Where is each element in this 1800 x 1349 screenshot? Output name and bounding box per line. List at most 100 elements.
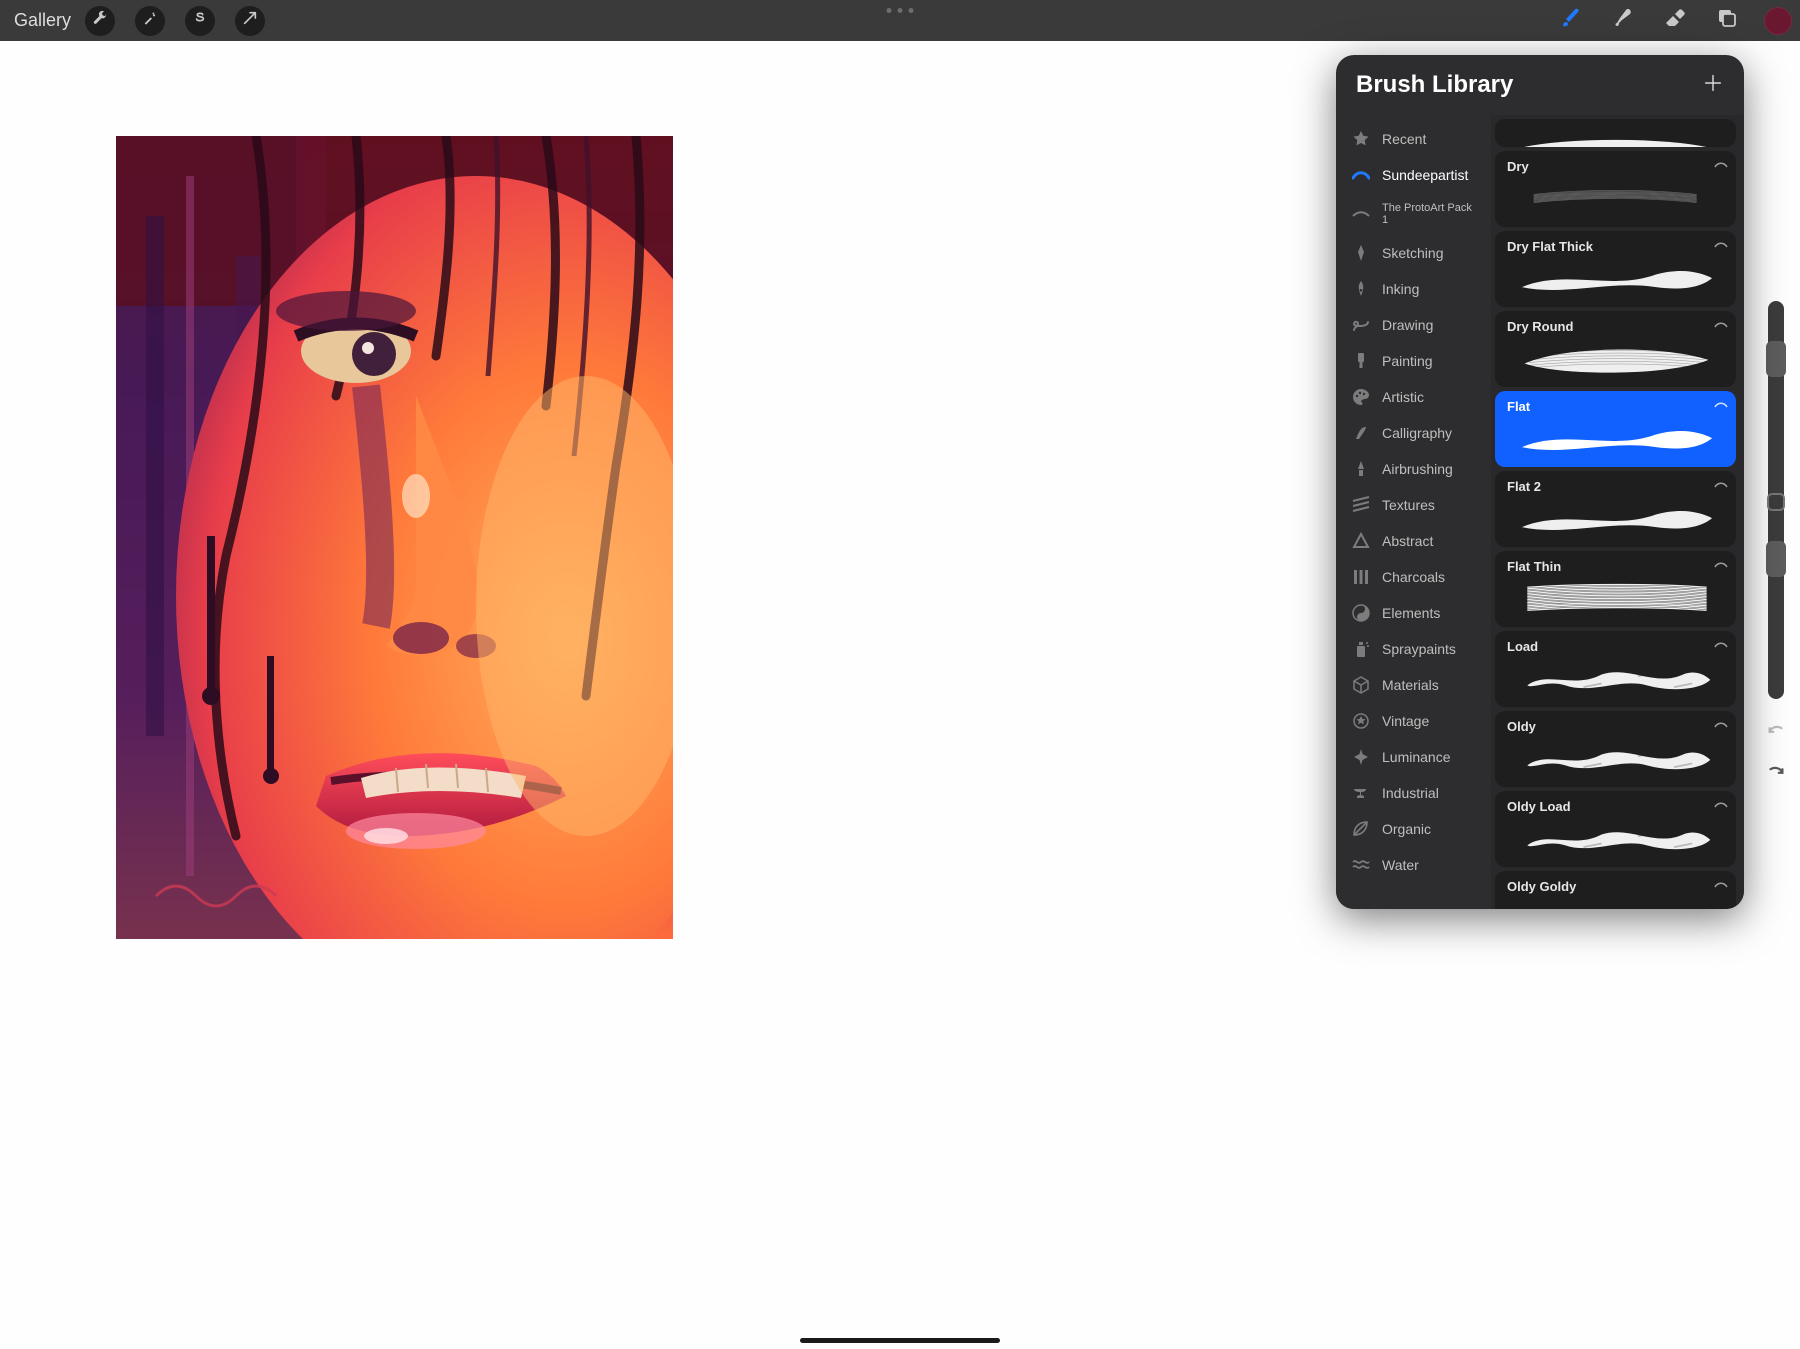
brush-category-label: Airbrushing xyxy=(1382,461,1453,477)
layers-button[interactable] xyxy=(1712,6,1742,36)
add-brush-button[interactable] xyxy=(1702,71,1724,99)
brush-name-label: Dry Flat Thick xyxy=(1507,239,1724,254)
brush-category-recent[interactable]: Recent xyxy=(1336,121,1491,157)
brush-preview xyxy=(1507,654,1724,703)
selection-button[interactable] xyxy=(185,6,215,36)
brush-category-label: Sundeepartist xyxy=(1382,167,1468,183)
brush-preview xyxy=(1507,414,1724,463)
brush-preview xyxy=(1507,894,1724,909)
brush-category-water[interactable]: Water xyxy=(1336,847,1491,883)
home-indicator[interactable] xyxy=(800,1338,1000,1343)
brush-category-airbrushing[interactable]: Airbrushing xyxy=(1336,451,1491,487)
brush-preview xyxy=(1507,127,1724,147)
brush-category-sketching[interactable]: Sketching xyxy=(1336,235,1491,271)
brush-category-list[interactable]: Recent Sundeepartist The ProtoArt Pack 1 Sk… xyxy=(1336,115,1491,909)
brush-category-label: Spraypaints xyxy=(1382,641,1456,657)
actions-button[interactable] xyxy=(85,6,115,36)
brush-category-label: Charcoals xyxy=(1382,569,1445,585)
brush-category-protoart[interactable]: The ProtoArt Pack 1 xyxy=(1336,193,1491,235)
brush-category-textures[interactable]: Textures xyxy=(1336,487,1491,523)
brush-category-label: Industrial xyxy=(1382,785,1439,801)
brush-preview xyxy=(1507,334,1724,383)
brush-item-flat-2[interactable]: Flat 2 xyxy=(1495,471,1736,547)
brush-category-label: Organic xyxy=(1382,821,1431,837)
yinyang-icon xyxy=(1352,604,1370,622)
brush-item-dry[interactable]: Dry xyxy=(1495,151,1736,227)
brush-preview xyxy=(1507,734,1724,783)
brush-category-drawing[interactable]: Drawing xyxy=(1336,307,1491,343)
brush-item-flat[interactable]: Flat xyxy=(1495,391,1736,467)
multitask-dots-icon[interactable] xyxy=(887,8,914,13)
brush-category-sundeepartist[interactable]: Sundeepartist xyxy=(1336,157,1491,193)
brush-list[interactable]: Dry Dry Flat Thick Dry RoundFlat Flat 2 Flat… xyxy=(1491,115,1744,909)
brush-category-label: Painting xyxy=(1382,353,1433,369)
brush-category-industrial[interactable]: Industrial xyxy=(1336,775,1491,811)
erase-tool-button[interactable] xyxy=(1660,6,1690,36)
brush-item-oldy-goldy[interactable]: Oldy Goldy xyxy=(1495,871,1736,909)
brush-category-label: Calligraphy xyxy=(1382,425,1452,441)
brush-category-label: Textures xyxy=(1382,497,1435,513)
brush-options-icon xyxy=(1714,397,1728,415)
brush-options-icon xyxy=(1714,557,1728,575)
brush-preview xyxy=(1507,174,1724,223)
brush-size-thumb[interactable] xyxy=(1766,341,1786,377)
redo-button[interactable] xyxy=(1765,760,1787,787)
top-toolbar: Gallery xyxy=(0,0,1800,41)
brush-name-label: Flat 2 xyxy=(1507,479,1724,494)
leaf-icon xyxy=(1352,820,1370,838)
smudge-tool-button[interactable] xyxy=(1608,6,1638,36)
undo-button[interactable] xyxy=(1765,719,1787,746)
brush-tool-button[interactable] xyxy=(1556,6,1586,36)
brush-item-dry-round[interactable]: Dry Round xyxy=(1495,311,1736,387)
color-swatch-button[interactable] xyxy=(1764,7,1792,35)
brush-category-label: Luminance xyxy=(1382,749,1451,765)
layers-icon xyxy=(1715,6,1739,35)
brush-options-icon xyxy=(1714,877,1728,895)
brush-category-organic[interactable]: Organic xyxy=(1336,811,1491,847)
canvas-artwork xyxy=(116,136,673,939)
brush-category-artistic[interactable]: Artistic xyxy=(1336,379,1491,415)
brush-category-painting[interactable]: Painting xyxy=(1336,343,1491,379)
brush-item-oldy[interactable]: Oldy xyxy=(1495,711,1736,787)
transform-button[interactable] xyxy=(235,6,265,36)
adjustments-button[interactable] xyxy=(135,6,165,36)
sparkle-icon xyxy=(1352,748,1370,766)
eraser-icon xyxy=(1663,6,1687,35)
brush-name-label: Oldy Goldy xyxy=(1507,879,1724,894)
brush-category-label: Recent xyxy=(1382,131,1426,147)
brush-item-dry-flat-thick[interactable]: Dry Flat Thick xyxy=(1495,231,1736,307)
brush-item-load[interactable]: Load xyxy=(1495,631,1736,707)
brush-category-spraypaints[interactable]: Spraypaints xyxy=(1336,631,1491,667)
badge-icon xyxy=(1352,712,1370,730)
brush-item-peek[interactable] xyxy=(1495,119,1736,147)
brush-preview xyxy=(1507,574,1724,623)
spraycan-icon xyxy=(1352,640,1370,658)
brush-options-icon xyxy=(1714,477,1728,495)
pencil-icon xyxy=(1352,244,1370,262)
brush-category-inking[interactable]: Inking xyxy=(1336,271,1491,307)
brush-size-slider[interactable] xyxy=(1768,301,1784,699)
brush-preview xyxy=(1507,254,1724,303)
brush-preview xyxy=(1507,494,1724,543)
brush-opacity-thumb[interactable] xyxy=(1766,541,1786,577)
wrench-icon xyxy=(92,10,108,31)
brush-options-icon xyxy=(1714,637,1728,655)
brush-item-oldy-load[interactable]: Oldy Load xyxy=(1495,791,1736,867)
brush-name-label: Load xyxy=(1507,639,1724,654)
brush-category-luminance[interactable]: Luminance xyxy=(1336,739,1491,775)
brush-category-materials[interactable]: Materials xyxy=(1336,667,1491,703)
calligraphy-icon xyxy=(1352,424,1370,442)
brush-category-abstract[interactable]: Abstract xyxy=(1336,523,1491,559)
brush-category-charcoals[interactable]: Charcoals xyxy=(1336,559,1491,595)
waves-icon xyxy=(1352,856,1370,874)
brush-category-vintage[interactable]: Vintage xyxy=(1336,703,1491,739)
brush-category-elements[interactable]: Elements xyxy=(1336,595,1491,631)
brush-category-label: The ProtoArt Pack 1 xyxy=(1382,202,1481,226)
gallery-button[interactable]: Gallery xyxy=(14,10,71,31)
brush-modifier-button[interactable] xyxy=(1767,493,1785,511)
wand-icon xyxy=(142,10,158,31)
brush-name-label: Dry xyxy=(1507,159,1724,174)
brush-library-title: Brush Library xyxy=(1356,71,1513,99)
brush-category-calligraphy[interactable]: Calligraphy xyxy=(1336,415,1491,451)
brush-item-flat-thin[interactable]: Flat Thin xyxy=(1495,551,1736,627)
